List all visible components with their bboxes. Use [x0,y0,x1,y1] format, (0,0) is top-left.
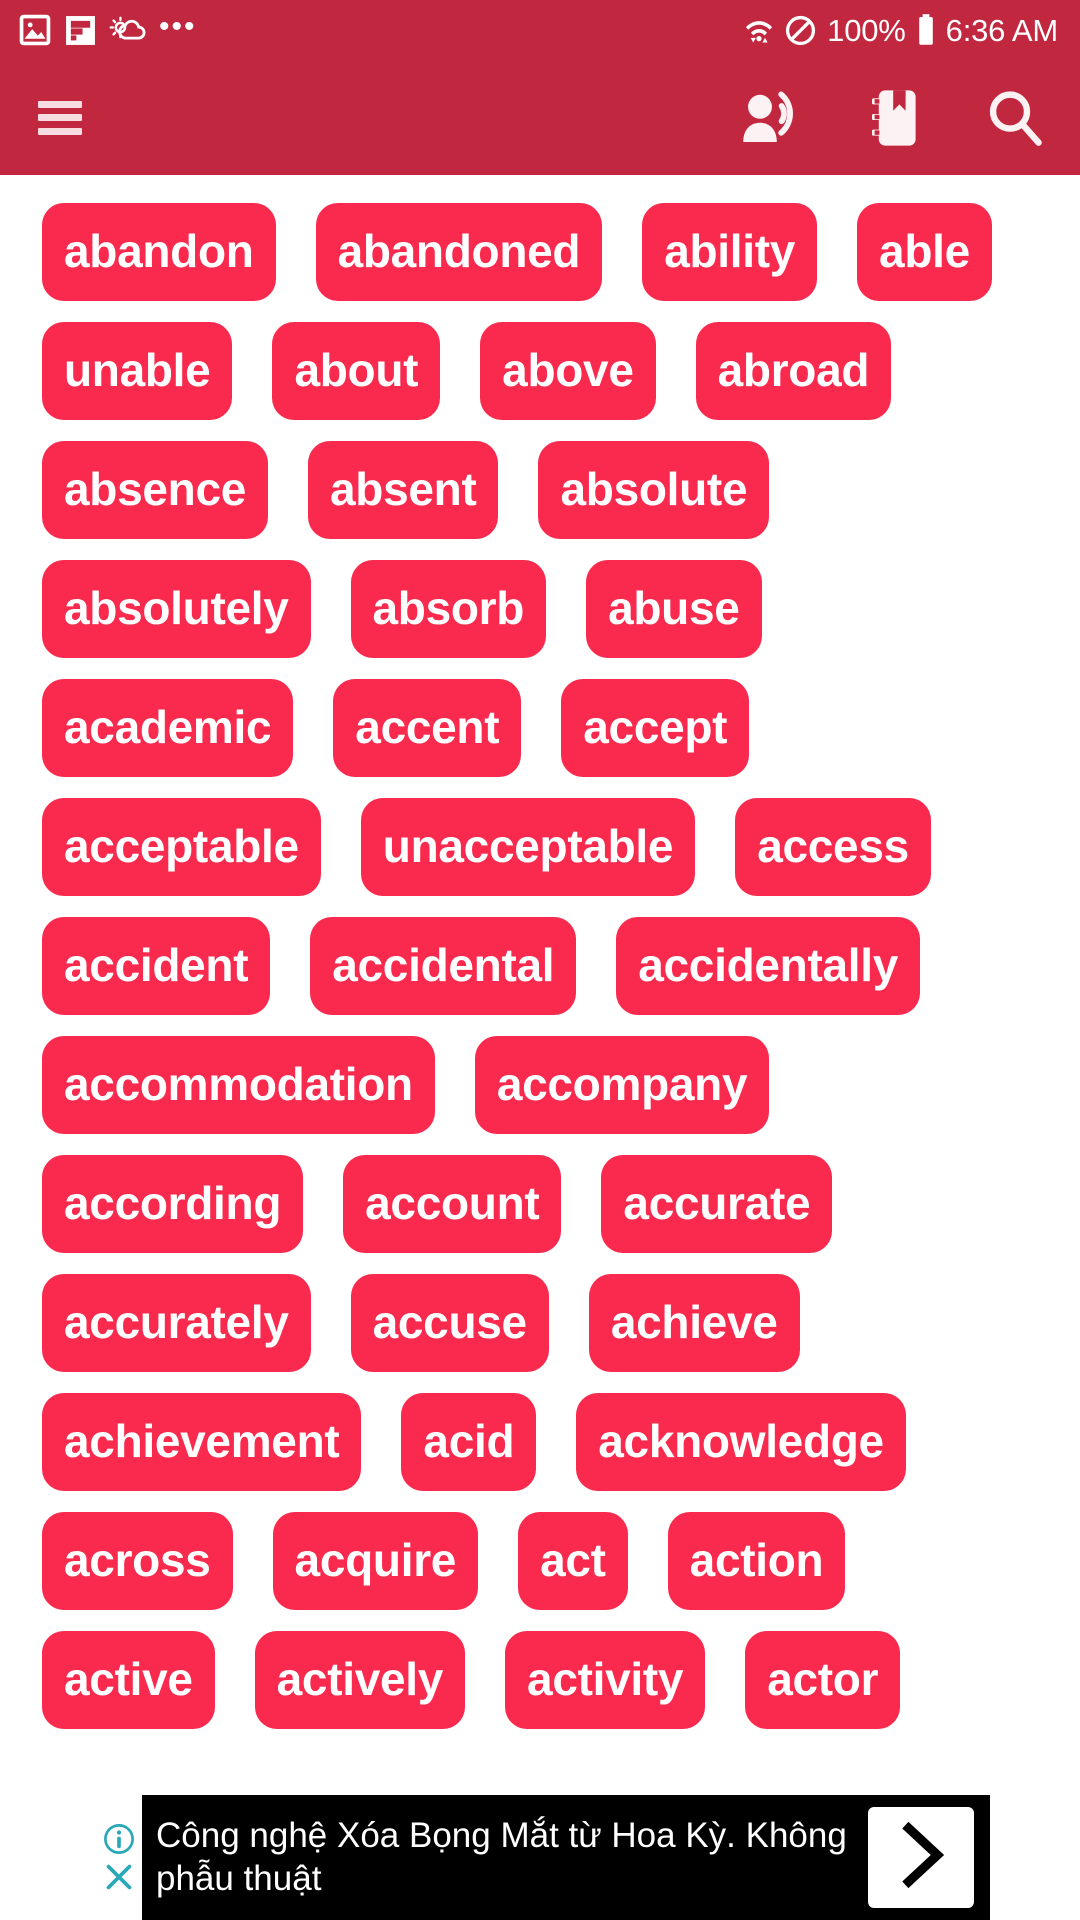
word-chip[interactable]: accommodation [42,1036,435,1134]
more-dots-icon: ••• [159,9,197,43]
word-rows-container: abandon abandoned ability able unable about ab… [42,203,1050,1729]
word-chip[interactable]: accuse [350,1274,549,1372]
word-chip[interactable]: absence [42,441,269,539]
word-chip[interactable]: achieve [588,1274,800,1372]
status-bar-right-icons: 100% 6:36 AM [744,13,1058,47]
word-chip[interactable]: abuse [586,560,762,658]
ad-badge-column [96,1795,142,1920]
word-chip[interactable]: accidental [310,917,577,1015]
hamburger-line [38,127,82,135]
status-bar-left-icons: ••• [18,9,197,47]
notebook-icon[interactable] [868,87,920,149]
ad-cta-button[interactable] [868,1807,974,1908]
word-chip[interactable]: absent [308,441,499,539]
status-bar: ••• 100% 6:36 AM [0,0,1080,60]
ad-text: Công nghệ Xóa Bọng Mắt từ Hoa Kỳ. Không … [156,1815,847,1898]
word-chip[interactable]: acquire [272,1512,479,1610]
word-chip[interactable]: activity [505,1631,706,1729]
word-chip[interactable]: absorb [350,560,547,658]
word-list[interactable]: abandon abandoned ability able unable about ab… [0,175,1080,1920]
word-chip[interactable]: actor [745,1631,901,1729]
word-chip[interactable]: act [518,1512,628,1610]
chevron-right-icon [890,1820,952,1895]
word-chip[interactable]: unacceptable [360,798,696,896]
word-row: across acquire act action [42,1512,1050,1610]
word-row: abandon abandoned ability able [42,203,1050,301]
word-chip[interactable]: above [480,322,656,420]
word-row: absence absent absolute [42,441,1050,539]
word-row: accommodation accompany [42,1036,1050,1134]
word-chip[interactable]: accurate [601,1155,833,1253]
word-chip[interactable]: abroad [695,322,892,420]
weather-cloud-sun-icon [109,13,147,47]
clock-label: 6:36 AM [945,12,1059,48]
info-icon[interactable] [102,1822,136,1856]
word-chip[interactable]: accidentally [616,917,920,1015]
hamburger-line [38,100,82,108]
word-row: active actively activity actor [42,1631,1050,1729]
word-chip[interactable]: access [735,798,931,896]
word-chip[interactable]: acknowledge [576,1393,906,1491]
word-row: academic accent accept [42,679,1050,777]
word-chip[interactable]: accident [42,917,271,1015]
word-chip[interactable]: able [857,203,992,301]
word-row: absolutely absorb abuse [42,560,1050,658]
word-chip[interactable]: unable [42,322,233,420]
word-chip[interactable]: acid [401,1393,537,1491]
word-row: acceptable unacceptable access [42,798,1050,896]
search-icon[interactable] [986,88,1044,148]
battery-icon [916,13,936,47]
do-not-disturb-icon [784,14,817,47]
word-chip[interactable]: absolutely [42,560,311,658]
app-screen: ••• 100% 6:36 AM abandon abandoned abili… [0,0,1080,1920]
word-row: according account accurate [42,1155,1050,1253]
word-chip[interactable]: accurately [42,1274,311,1372]
word-chip[interactable]: acceptable [42,798,321,896]
ad-banner[interactable]: Công nghệ Xóa Bọng Mắt từ Hoa Kỳ. Không … [96,1795,990,1920]
word-chip[interactable]: about [272,322,441,420]
word-chip[interactable]: active [42,1631,215,1729]
word-chip[interactable]: accept [561,679,750,777]
word-chip[interactable]: accent [333,679,522,777]
word-chip[interactable]: accompany [474,1036,770,1134]
battery-percent-label: 100% [827,12,906,48]
word-chip[interactable]: achievement [42,1393,362,1491]
word-row: achievement acid acknowledge [42,1393,1050,1491]
word-chip[interactable]: ability [642,203,818,301]
word-chip[interactable]: action [667,1512,846,1610]
photo-icon [18,13,52,47]
flipboard-icon [64,14,97,47]
word-chip[interactable]: actively [254,1631,466,1729]
app-bar [0,60,1080,175]
word-chip[interactable]: academic [42,679,294,777]
word-row: accident accidental accidentally [42,917,1050,1015]
word-chip[interactable]: across [42,1512,233,1610]
word-chip[interactable]: according [42,1155,304,1253]
app-bar-actions [738,87,1044,149]
hamburger-line [38,114,82,121]
word-chip[interactable]: abandoned [315,203,603,301]
close-icon[interactable] [102,1860,136,1894]
word-chip[interactable]: absolute [538,441,770,539]
word-row: unable about above abroad [42,322,1050,420]
record-voice-over-icon[interactable] [738,87,802,149]
word-chip[interactable]: abandon [42,203,276,301]
word-row: accurately accuse achieve [42,1274,1050,1372]
wifi-icon [744,13,774,47]
hamburger-menu-icon[interactable] [38,100,82,135]
word-chip[interactable]: account [343,1155,562,1253]
